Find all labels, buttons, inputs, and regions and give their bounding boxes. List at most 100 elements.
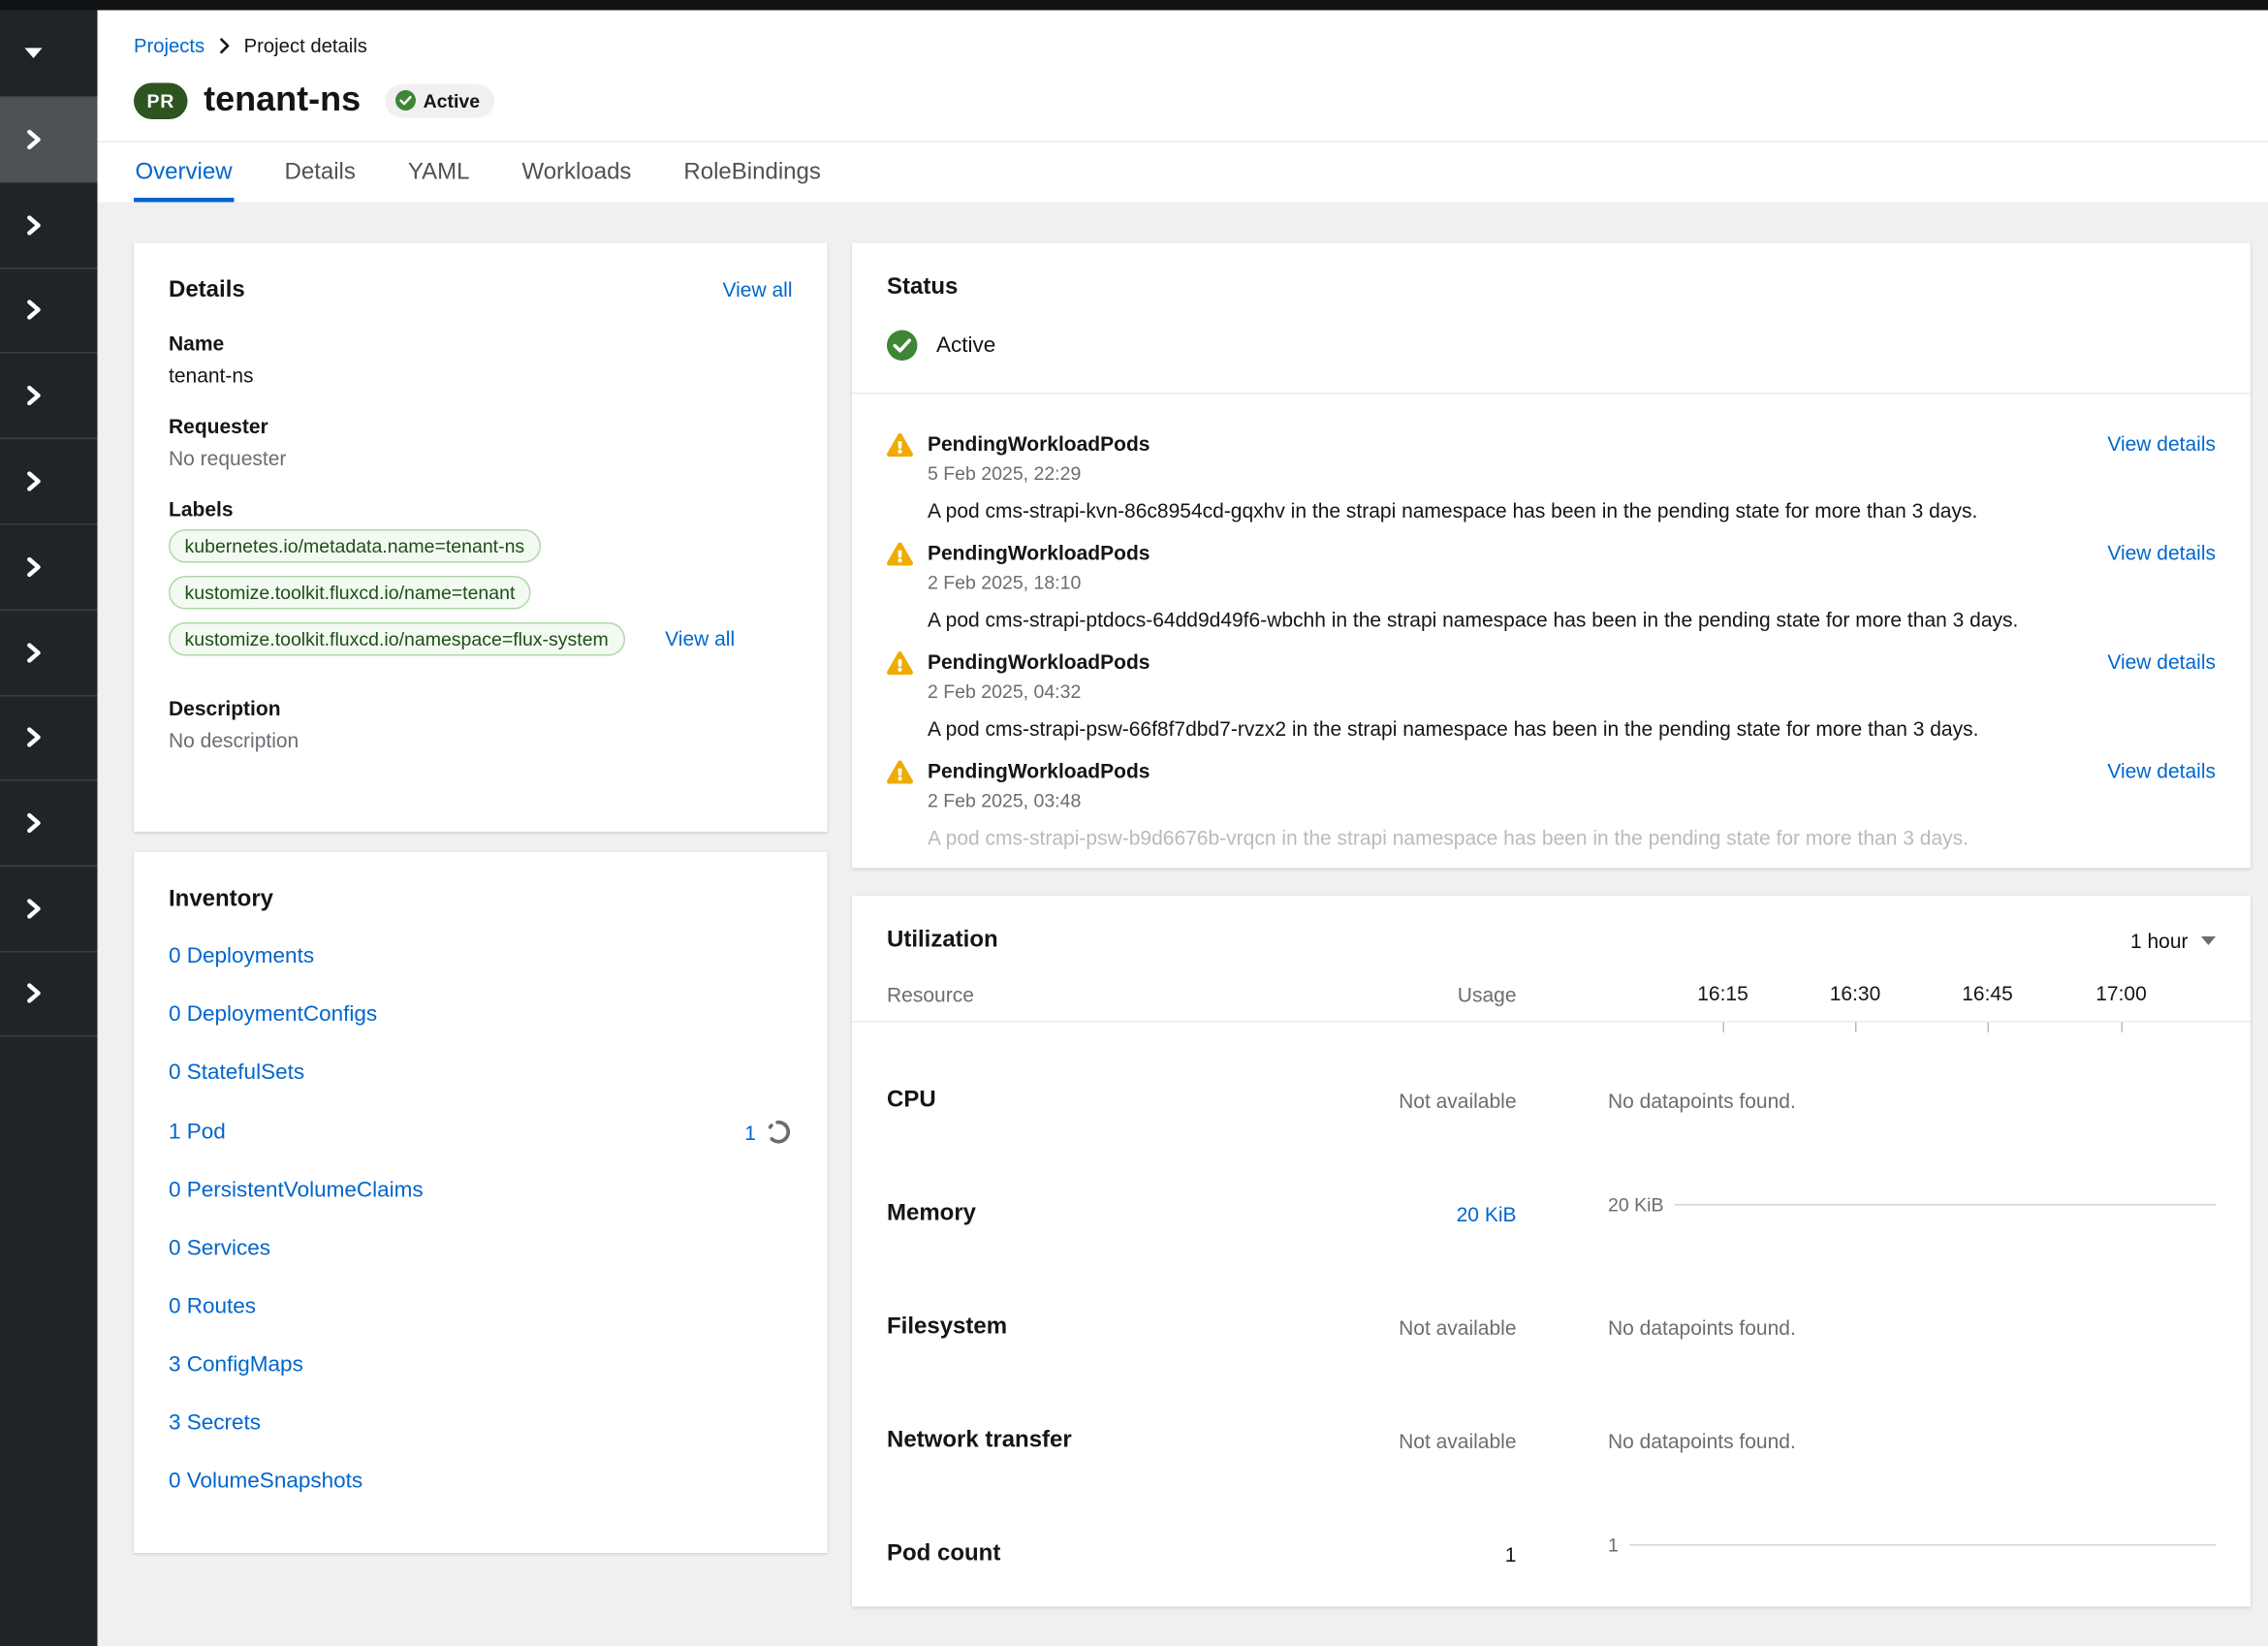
usage-value: 1 bbox=[1178, 1543, 1517, 1567]
inventory-deployments-link[interactable]: 0 Deployments bbox=[169, 944, 314, 970]
alert-message: A pod cms-strapi-kvn-86c8954cd-gqxhv in … bbox=[928, 498, 2216, 526]
sparkline-axis-label: 20 KiB bbox=[1608, 1193, 1663, 1216]
duration-dropdown[interactable]: 1 hour bbox=[2130, 930, 2216, 953]
alert-timestamp: 5 Feb 2025, 22:29 bbox=[928, 463, 2107, 486]
pod-inprogress-count[interactable]: 1 bbox=[744, 1120, 756, 1146]
warning-triangle-icon bbox=[887, 434, 913, 458]
sidebar-nav-group-3[interactable] bbox=[0, 267, 98, 352]
sidebar-nav-group-4[interactable] bbox=[0, 353, 98, 438]
inventory-secrets-link[interactable]: 3 Secrets bbox=[169, 1411, 261, 1438]
usage-value: Not available bbox=[1178, 1090, 1517, 1113]
app-sidebar bbox=[0, 11, 98, 1646]
inventory-deploymentconfigs-link[interactable]: 0 DeploymentConfigs bbox=[169, 1002, 377, 1029]
tab-rolebindings[interactable]: RoleBindings bbox=[682, 143, 822, 204]
status-card: Status Active PendingWorkloadPods 5 Feb … bbox=[852, 243, 2251, 869]
labels-label: Labels bbox=[169, 498, 793, 522]
chevron-right-icon bbox=[23, 386, 44, 406]
labels-group: kubernetes.io/metadata.name=tenant-ns ku… bbox=[169, 530, 793, 670]
table-row: Network transfer Not available No datapo… bbox=[887, 1385, 2216, 1499]
name-value: tenant-ns bbox=[169, 364, 793, 388]
utilization-card-title: Utilization bbox=[887, 929, 998, 955]
warning-triangle-icon bbox=[887, 652, 913, 676]
inventory-pvcs-link[interactable]: 0 PersistentVolumeClaims bbox=[169, 1179, 424, 1205]
details-view-all-link[interactable]: View all bbox=[723, 278, 793, 301]
utilization-card: Utilization 1 hour Resource Usage 16:15 … bbox=[852, 897, 2251, 1608]
requester-label: Requester bbox=[169, 415, 793, 438]
status-badge-label: Active bbox=[424, 90, 481, 112]
alert-timestamp: 2 Feb 2025, 03:48 bbox=[928, 790, 2107, 812]
list-item: 0 VolumeSnapshots bbox=[169, 1470, 793, 1496]
alerts-list: PendingWorkloadPods 5 Feb 2025, 22:29 Vi… bbox=[852, 394, 2251, 853]
alert-item: PendingWorkloadPods 2 Feb 2025, 04:32 Vi… bbox=[887, 650, 2216, 744]
breadcrumb: Projects Project details bbox=[134, 35, 2232, 57]
requester-value: No requester bbox=[169, 447, 793, 470]
inventory-services-link[interactable]: 0 Services bbox=[169, 1237, 270, 1263]
label-pill[interactable]: kubernetes.io/metadata.name=tenant-ns bbox=[169, 530, 541, 564]
status-badge: Active bbox=[386, 84, 495, 118]
project-status-text: Active bbox=[936, 333, 995, 359]
sidebar-nav-group-9[interactable] bbox=[0, 780, 98, 866]
inventory-volumesnapshots-link[interactable]: 0 VolumeSnapshots bbox=[169, 1470, 362, 1496]
tab-overview[interactable]: Overview bbox=[134, 143, 234, 204]
table-row: Filesystem Not available No datapoints f… bbox=[887, 1272, 2216, 1385]
inventory-configmaps-link[interactable]: 3 ConfigMaps bbox=[169, 1353, 303, 1379]
page-header: Projects Project details PR tenant-ns Ac… bbox=[98, 11, 2268, 143]
alert-view-details-link[interactable]: View details bbox=[2107, 760, 2216, 812]
breadcrumb-separator-icon bbox=[218, 38, 232, 54]
sidebar-nav-group-7[interactable] bbox=[0, 609, 98, 694]
sidebar-nav-group-2[interactable] bbox=[0, 181, 98, 267]
chevron-right-icon bbox=[23, 556, 44, 577]
inventory-pods-link[interactable]: 1 Pod bbox=[169, 1120, 226, 1146]
sidebar-nav-group-1[interactable] bbox=[0, 96, 98, 181]
resource-label: Filesystem bbox=[887, 1315, 1178, 1342]
chart-empty-state: No datapoints found. bbox=[1517, 1090, 2217, 1113]
check-circle-icon bbox=[395, 90, 416, 111]
sidebar-nav-group-8[interactable] bbox=[0, 694, 98, 779]
caret-down-icon bbox=[25, 48, 43, 59]
sidebar-nav-group-10[interactable] bbox=[0, 866, 98, 951]
chevron-right-icon bbox=[23, 984, 44, 1004]
list-item: 0 Deployments bbox=[169, 944, 793, 970]
list-item: 0 PersistentVolumeClaims bbox=[169, 1179, 793, 1205]
inventory-routes-link[interactable]: 0 Routes bbox=[169, 1295, 256, 1321]
pod-count-sparkline: 1 bbox=[1608, 1534, 2216, 1556]
alert-timestamp: 2 Feb 2025, 18:10 bbox=[928, 572, 2107, 594]
alert-view-details-link[interactable]: View details bbox=[2107, 650, 2216, 703]
label-pill[interactable]: kustomize.toolkit.fluxcd.io/namespace=fl… bbox=[169, 623, 624, 657]
time-tick-label: 17:00 bbox=[2095, 982, 2147, 1005]
table-row: Memory 20 KiB 20 KiB bbox=[887, 1158, 2216, 1272]
tab-details[interactable]: Details bbox=[283, 143, 357, 204]
project-resource-badge: PR bbox=[134, 82, 188, 119]
inventory-card: Inventory 0 Deployments 0 DeploymentConf… bbox=[134, 853, 828, 1554]
perspective-switcher[interactable] bbox=[0, 11, 98, 97]
sidebar-nav-group-6[interactable] bbox=[0, 523, 98, 609]
pod-status-group: 1 bbox=[744, 1119, 792, 1147]
list-item: 1 Pod 1 bbox=[169, 1119, 793, 1147]
warning-triangle-icon bbox=[887, 543, 913, 566]
chart-empty-state: No datapoints found. bbox=[1517, 1430, 2217, 1453]
tab-yaml[interactable]: YAML bbox=[406, 143, 471, 204]
chevron-right-icon bbox=[23, 643, 44, 663]
sidebar-nav-group-11[interactable] bbox=[0, 951, 98, 1036]
labels-view-all-link[interactable]: View all bbox=[665, 627, 735, 650]
alert-view-details-link[interactable]: View details bbox=[2107, 432, 2216, 485]
utilization-table-header: Resource Usage 16:15 16:30 16:45 17:00 bbox=[887, 982, 2216, 1007]
time-axis-labels: 16:15 16:30 16:45 17:00 bbox=[1517, 982, 2217, 1007]
sidebar-nav-group-5[interactable] bbox=[0, 438, 98, 523]
label-pill[interactable]: kustomize.toolkit.fluxcd.io/name=tenant bbox=[169, 577, 531, 611]
tab-workloads[interactable]: Workloads bbox=[520, 143, 633, 204]
alert-view-details-link[interactable]: View details bbox=[2107, 542, 2216, 594]
list-item: 0 Routes bbox=[169, 1295, 793, 1321]
memory-usage-link[interactable]: 20 KiB bbox=[1457, 1203, 1517, 1226]
sparkline-axis-label: 1 bbox=[1608, 1534, 1619, 1556]
app-viewport: Projects Project details PR tenant-ns Ac… bbox=[0, 0, 2268, 1646]
list-item: 3 Secrets bbox=[169, 1411, 793, 1438]
inventory-statefulsets-link[interactable]: 0 StatefulSets bbox=[169, 1060, 304, 1087]
alert-title: PendingWorkloadPods 2 Feb 2025, 04:32 bbox=[928, 650, 2107, 703]
alert-title: PendingWorkloadPods 2 Feb 2025, 03:48 bbox=[928, 760, 2107, 812]
utilization-rows: CPU Not available No datapoints found. M… bbox=[887, 1045, 2216, 1608]
breadcrumb-projects-link[interactable]: Projects bbox=[134, 35, 205, 57]
sparkline-line bbox=[1630, 1544, 2216, 1546]
resource-label: Memory bbox=[887, 1202, 1178, 1228]
usage-value: Not available bbox=[1178, 1316, 1517, 1340]
